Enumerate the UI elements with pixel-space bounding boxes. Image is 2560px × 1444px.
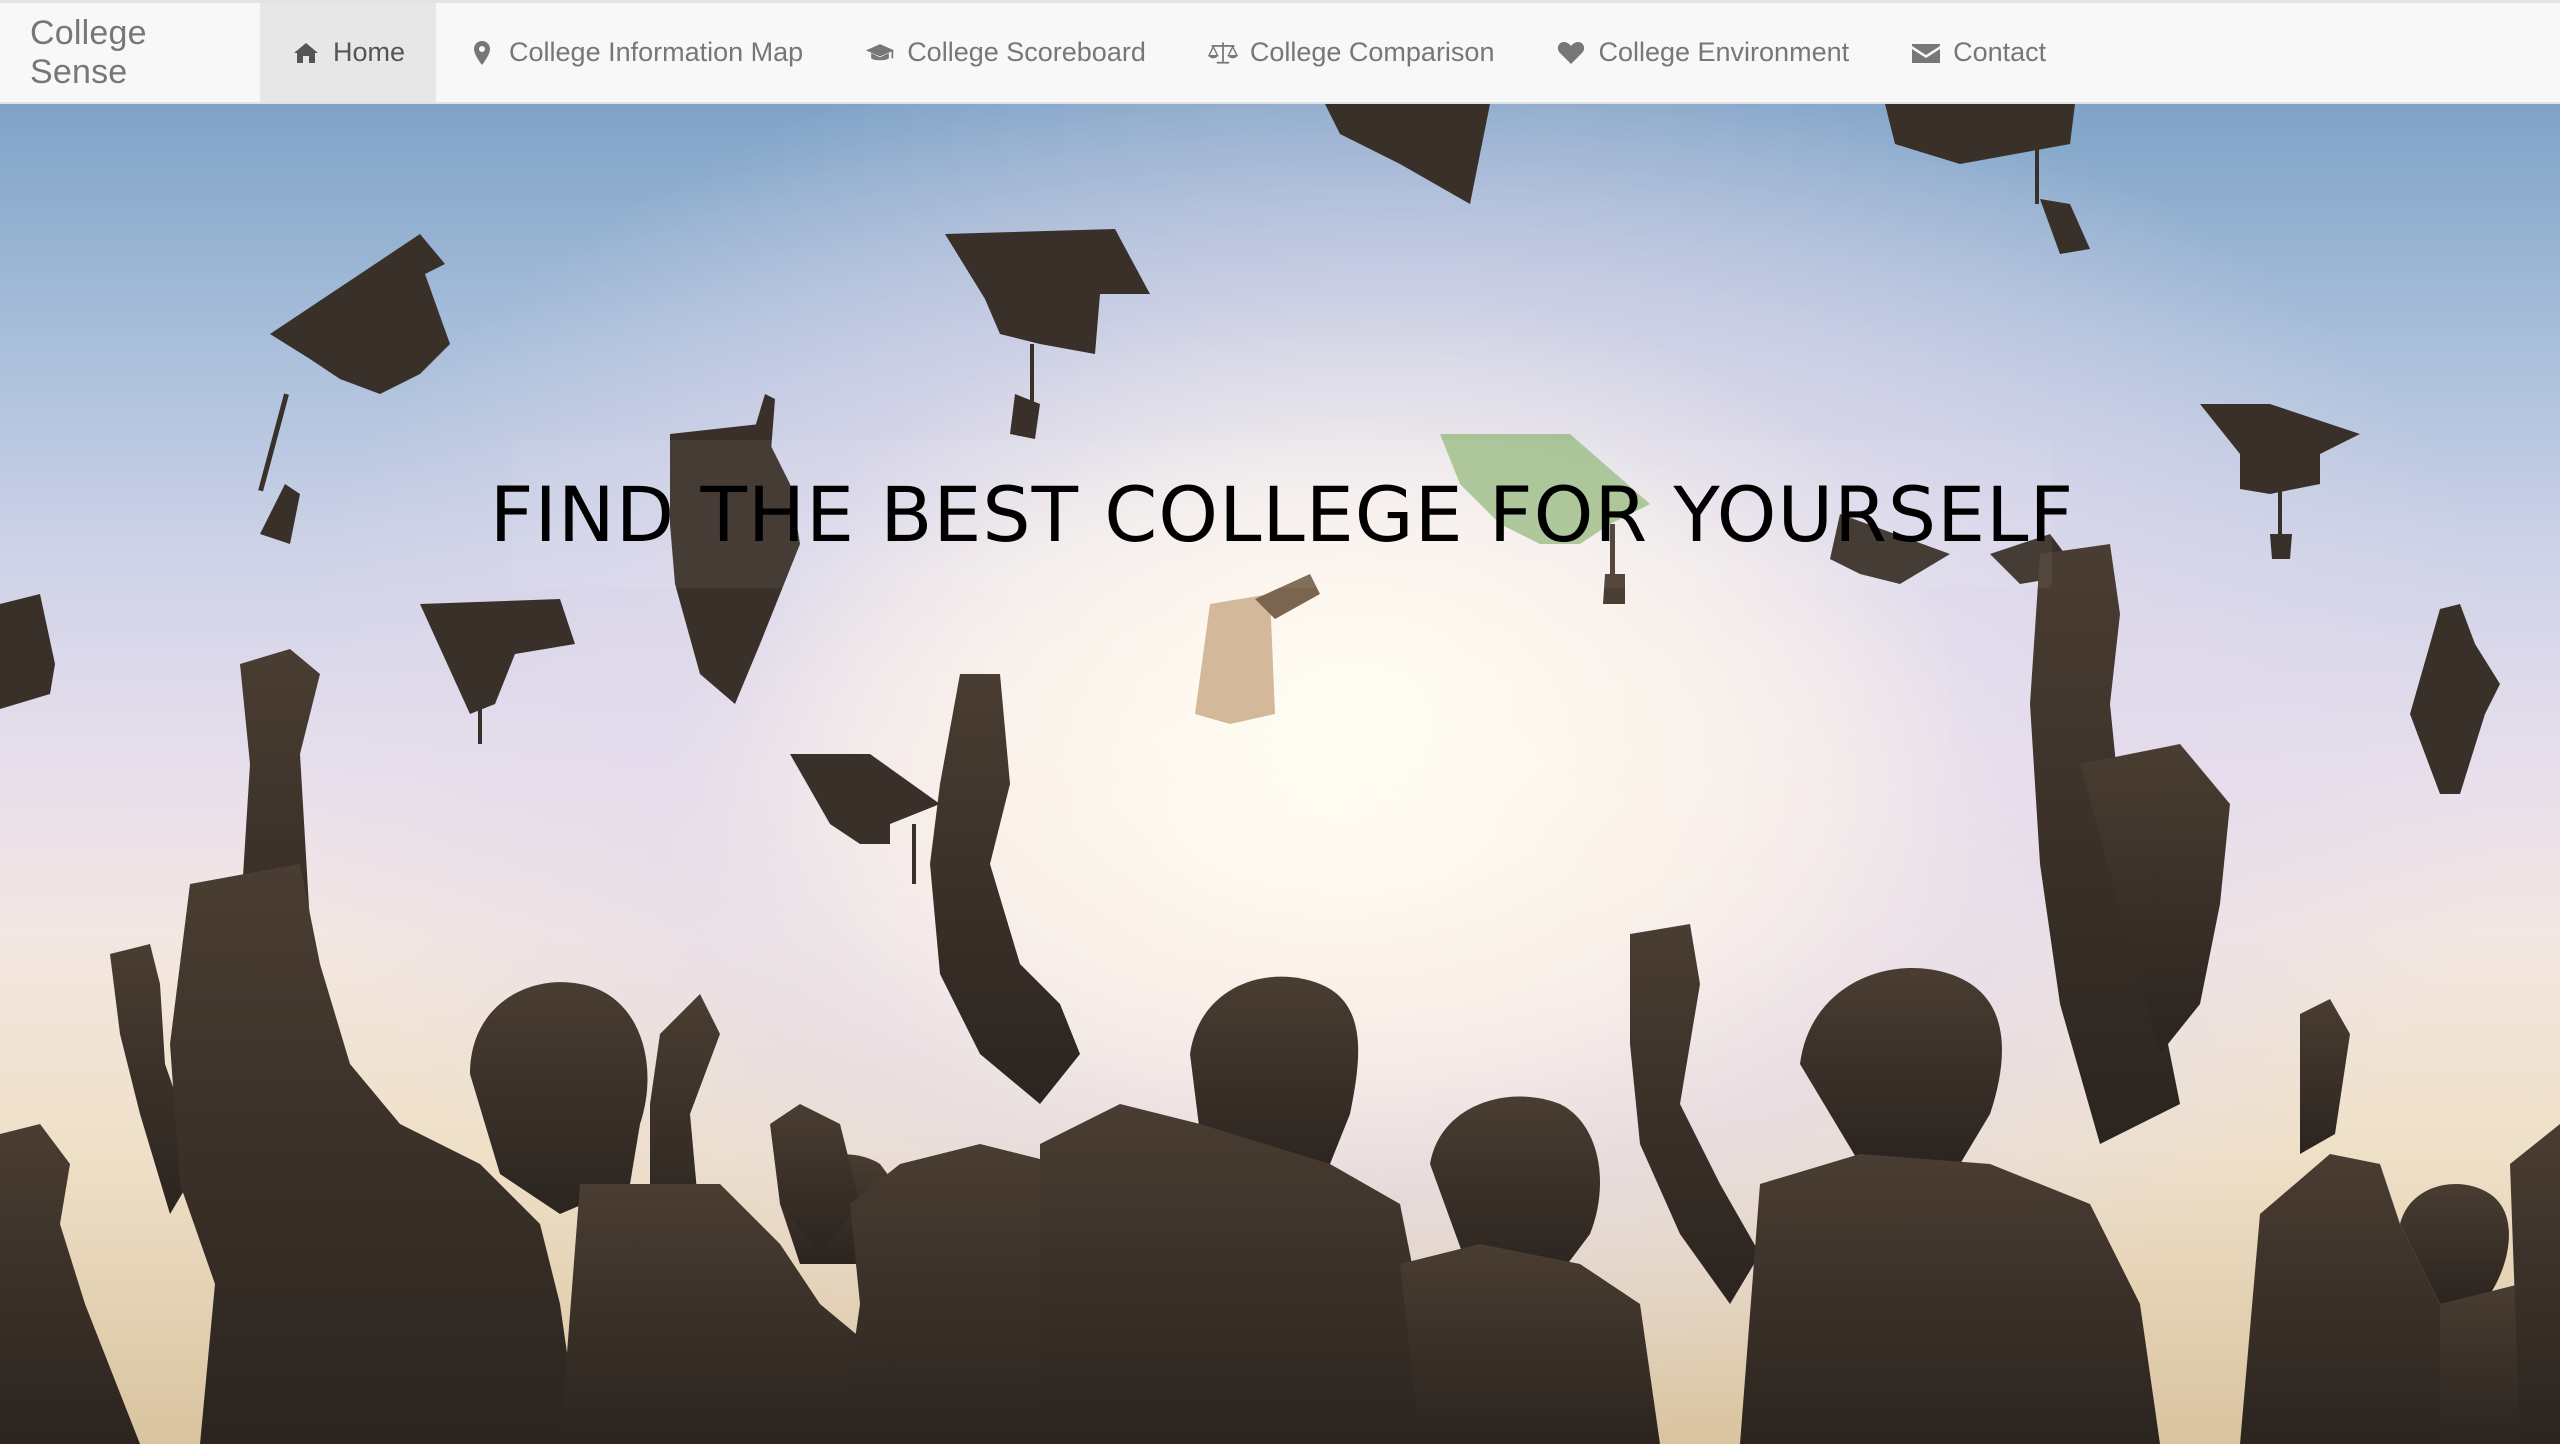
hero-title: FIND THE BEST COLLEGE FOR YOURSELF <box>489 469 2075 559</box>
graduates-throwing-caps-image <box>0 104 2560 1444</box>
brand-logo-text[interactable]: College Sense <box>0 3 260 102</box>
top-navbar: College Sense Home College Information M… <box>0 0 2560 104</box>
nav-item-home[interactable]: Home <box>260 3 437 102</box>
hero-banner: FIND THE BEST COLLEGE FOR YOURSELF <box>0 104 2560 1444</box>
nav-item-college-comparison[interactable]: College Comparison <box>1177 3 1526 102</box>
nav-item-label: Home <box>333 37 406 67</box>
heart-icon <box>1556 38 1586 68</box>
nav-item-college-information-map[interactable]: College Information Map <box>436 3 834 102</box>
nav-item-college-environment[interactable]: College Environment <box>1525 3 1880 102</box>
nav-item-label: College Comparison <box>1249 37 1495 67</box>
home-icon <box>291 38 321 68</box>
nav-item-college-scoreboard[interactable]: College Scoreboard <box>834 3 1177 102</box>
nav-item-label: College Information Map <box>509 37 804 67</box>
envelope-icon <box>1911 38 1941 68</box>
balance-scale-icon <box>1207 38 1238 68</box>
hero-title-container: FIND THE BEST COLLEGE FOR YOURSELF <box>490 440 2073 588</box>
nav-item-contact[interactable]: Contact <box>1880 3 2077 102</box>
nav-item-label: College Scoreboard <box>907 37 1146 67</box>
map-marker-icon <box>467 38 497 68</box>
graduation-cap-icon <box>865 38 895 68</box>
nav-item-label: College Environment <box>1598 37 1850 67</box>
nav-item-label: Contact <box>1953 37 2047 67</box>
